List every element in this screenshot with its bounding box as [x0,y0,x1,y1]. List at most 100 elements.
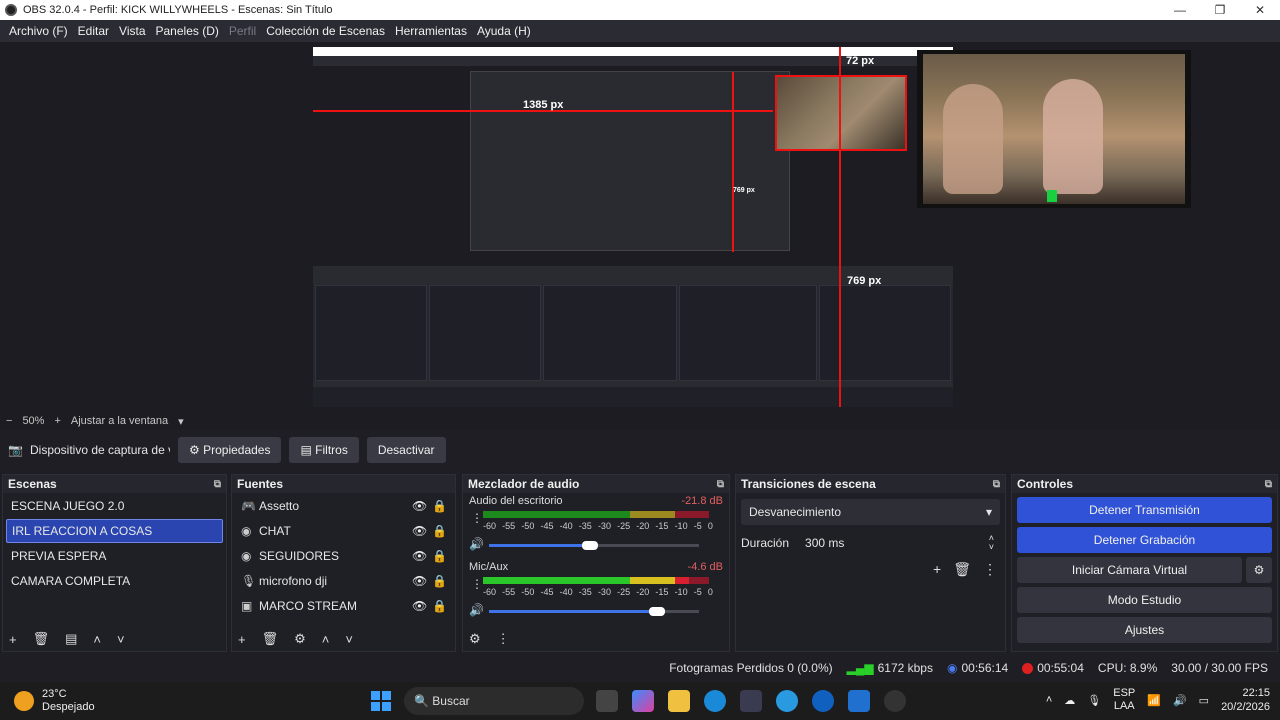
source-item[interactable]: 🎙 microfono dji 👁 🔒 [235,569,452,593]
menu-archivo[interactable]: Archivo (F) [4,24,73,38]
menu-herramientas[interactable]: Herramientas [390,24,472,38]
minimize-button[interactable]: — [1160,3,1200,17]
add-icon[interactable]: + [238,632,246,647]
stop-streaming-button[interactable]: Detener Transmisión [1017,497,1272,523]
menu-editar[interactable]: Editar [73,24,114,38]
wifi-icon[interactable]: 📶 [1147,694,1161,707]
chrome-icon[interactable] [776,690,798,712]
lock-icon[interactable]: 🔒 [432,499,452,513]
chevron-up-icon[interactable]: ˄ [93,632,101,647]
scene-item[interactable]: ESCENA JUEGO 2.0 [6,494,223,518]
start-virtual-camera-button[interactable]: Iniciar Cámara Virtual [1017,557,1242,583]
studio-mode-button[interactable]: Modo Estudio [1017,587,1272,613]
menu-coleccion-escenas[interactable]: Colección de Escenas [261,24,390,38]
guide-line-vertical [839,47,841,407]
undock-icon[interactable]: ⧉ [214,479,221,490]
filters-button[interactable]: ▤ Filtros [289,437,359,463]
menu-paneles[interactable]: Paneles (D) [151,24,224,38]
stop-recording-button[interactable]: Detener Grabación [1017,527,1272,553]
settings-button[interactable]: Ajustes [1017,617,1272,643]
source-item[interactable]: ▣ MARCO STREAM 👁 🔒 [235,594,452,618]
volume-slider[interactable] [489,607,699,616]
task-view-icon[interactable] [596,690,618,712]
speaker-icon[interactable]: 🔊 [469,603,484,617]
chevron-up-icon[interactable]: ˄ [322,632,330,647]
add-icon[interactable]: + [9,632,17,647]
chevron-down-icon[interactable]: ˅ [345,632,353,647]
maximize-button[interactable]: ❐ [1200,3,1240,17]
clock[interactable]: 22:15 20/2/2026 [1221,686,1270,714]
preview-area[interactable]: 1385 px 769 px 769 px 72 px [0,42,1280,412]
chevron-down-icon[interactable]: ▾ [178,415,184,428]
close-button[interactable]: ✕ [1240,3,1280,17]
volume-slider[interactable] [489,541,699,550]
eye-icon[interactable]: 👁 [412,549,432,563]
zoom-fit-select[interactable]: Ajustar a la ventana [71,415,168,427]
trash-icon[interactable]: 🗑 [953,561,971,578]
kebab-menu-icon[interactable]: ⋮ [983,561,997,578]
source-name: MARCO STREAM [259,599,358,613]
windows-start-icon[interactable] [371,691,391,711]
transition-select[interactable]: Desvanecimiento ▾ [741,499,1000,525]
menu-vista[interactable]: Vista [114,24,150,38]
eye-icon[interactable]: 👁 [412,524,432,538]
lock-icon[interactable]: 🔒 [432,599,452,613]
file-explorer-icon[interactable] [668,690,690,712]
gear-icon[interactable]: ⚙ [294,631,306,647]
source-item[interactable]: ◉ CHAT 👁 🔒 [235,519,452,543]
kebab-menu-icon[interactable]: ⋮ [471,511,483,525]
lock-icon[interactable]: 🔒 [432,549,452,563]
duration-input[interactable]: 300 ms ˄ ˅ [799,531,1000,555]
gear-icon[interactable]: ⚙ [1246,557,1272,583]
eye-icon[interactable]: 👁 [412,499,432,513]
gears-icon[interactable]: ⚙ [469,631,481,647]
deactivate-button[interactable]: Desactivar [366,437,446,463]
store-icon[interactable] [740,690,762,712]
eye-icon[interactable]: 👁 [412,599,432,613]
volume-slider-knob[interactable] [582,541,598,550]
scene-item[interactable]: CAMARA COMPLETA [6,569,223,593]
trash-icon[interactable]: 🗑 [33,631,50,647]
microphone-icon[interactable]: 🎙 [1087,694,1101,707]
volume-icon[interactable]: 🔊 [1173,694,1187,707]
eye-icon[interactable]: 👁 [412,574,432,588]
undock-icon[interactable]: ⧉ [717,479,724,490]
zoom-in-button[interactable]: + [54,415,60,427]
source-item[interactable]: 🎮 Assetto 👁 🔒 [235,494,452,518]
language-indicator[interactable]: ESP LAA [1113,687,1135,713]
zoom-out-button[interactable]: − [6,415,12,427]
scenes-title: Escenas [8,477,57,491]
chevron-down-icon[interactable]: ˅ [117,632,125,647]
add-icon[interactable]: + [933,561,941,578]
properties-button[interactable]: ⚙ Propiedades [178,437,282,463]
webcam-source[interactable] [917,50,1191,208]
speaker-icon[interactable]: 🔊 [469,537,484,551]
battery-icon[interactable]: ▭ [1199,694,1209,707]
obs-taskbar-icon[interactable] [884,690,906,712]
weather-widget[interactable]: 23°C Despejado [14,688,134,714]
copilot-icon[interactable] [632,690,654,712]
taskbar-search[interactable]: 🔍 Buscar [404,687,584,715]
mail-icon[interactable] [848,690,870,712]
filter-icon[interactable]: ▤ [65,631,77,647]
scene-item-selected[interactable]: IRL REACCION A COSAS [6,519,223,543]
hp-icon[interactable] [812,690,834,712]
spinner-icon[interactable]: ˄ ˅ [989,534,994,552]
cloud-icon[interactable]: ☁ [1064,694,1075,707]
selected-source-bounding-box[interactable] [775,75,907,151]
scene-item[interactable]: PREVIA ESPERA [6,544,223,568]
kebab-menu-icon[interactable]: ⋮ [497,631,510,647]
menu-ayuda[interactable]: Ayuda (H) [472,24,536,38]
preview-canvas[interactable]: 1385 px 769 px 769 px [313,47,953,407]
source-item[interactable]: ◉ SEGUIDORES 👁 🔒 [235,544,452,568]
volume-slider-knob[interactable] [649,607,665,616]
kebab-menu-icon[interactable]: ⋮ [471,577,483,591]
lock-icon[interactable]: 🔒 [432,524,452,538]
trash-icon[interactable]: 🗑 [262,631,279,647]
undock-icon[interactable]: ⧉ [1265,479,1272,490]
undock-icon[interactable]: ⧉ [993,479,1000,490]
menu-perfil[interactable]: Perfil [224,24,261,38]
lock-icon[interactable]: 🔒 [432,574,452,588]
chevron-up-icon[interactable]: ˄ [1046,694,1052,706]
edge-icon[interactable] [704,690,726,712]
